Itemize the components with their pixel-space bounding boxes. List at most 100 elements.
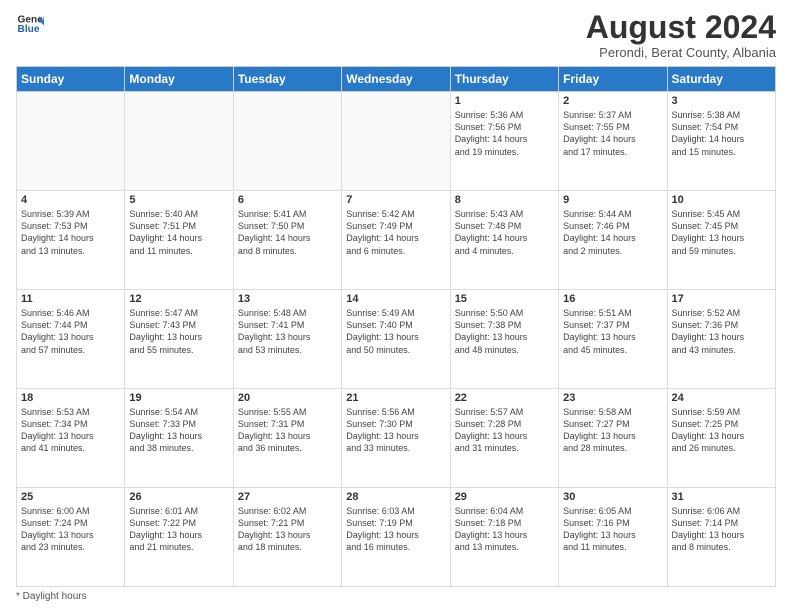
day-info: Sunrise: 6:06 AMSunset: 7:14 PMDaylight:… — [672, 505, 771, 554]
header-sunday: Sunday — [17, 67, 125, 92]
day-info: Sunrise: 5:38 AMSunset: 7:54 PMDaylight:… — [672, 109, 771, 158]
day-info: Sunrise: 5:51 AMSunset: 7:37 PMDaylight:… — [563, 307, 662, 356]
day-number: 11 — [21, 293, 120, 305]
day-number: 13 — [238, 293, 337, 305]
calendar-cell — [17, 92, 125, 191]
day-number: 2 — [563, 95, 662, 107]
day-info: Sunrise: 5:55 AMSunset: 7:31 PMDaylight:… — [238, 406, 337, 455]
logo: General Blue — [16, 10, 44, 38]
calendar-cell: 14 Sunrise: 5:49 AMSunset: 7:40 PMDayligh… — [342, 290, 450, 389]
day-number: 22 — [455, 392, 554, 404]
calendar-cell: 20Sunrise: 5:55 AMSunset: 7:31 PMDayligh… — [233, 389, 341, 488]
header: General Blue August 2024 Perondi, Berat … — [16, 10, 776, 60]
day-number: 18 — [21, 392, 120, 404]
calendar-cell: 30Sunrise: 6:05 AMSunset: 7:16 PMDayligh… — [559, 488, 667, 587]
title-block: August 2024 Perondi, Berat County, Alban… — [586, 10, 776, 60]
day-info: Sunrise: 5:36 AMSunset: 7:56 PMDaylight:… — [455, 109, 554, 158]
day-number: 10 — [672, 194, 771, 206]
calendar-cell: 15 Sunrise: 5:50 AMSunset: 7:38 PMDayligh… — [450, 290, 558, 389]
day-number: 17 — [672, 293, 771, 305]
calendar-cell: 11Sunrise: 5:46 AMSunset: 7:44 PMDayligh… — [17, 290, 125, 389]
day-info: Sunrise: 5:57 AMSunset: 7:28 PMDaylight:… — [455, 406, 554, 455]
calendar-cell: 31 Sunrise: 6:06 AMSunset: 7:14 PMDayligh… — [667, 488, 775, 587]
day-info: Sunrise: 6:05 AMSunset: 7:16 PMDaylight:… — [563, 505, 662, 554]
calendar-cell: 29Sunrise: 6:04 AMSunset: 7:18 PMDayligh… — [450, 488, 558, 587]
day-number: 3 — [672, 95, 771, 107]
day-info: Sunrise: 6:04 AMSunset: 7:18 PMDaylight:… — [455, 505, 554, 554]
calendar-cell: 10 Sunrise: 5:45 AMSunset: 7:45 PMDayligh… — [667, 191, 775, 290]
calendar-cell: 13Sunrise: 5:48 AMSunset: 7:41 PMDayligh… — [233, 290, 341, 389]
footer-note: * Daylight hours — [16, 591, 776, 602]
day-number: 14 — [346, 293, 445, 305]
day-number: 15 — [455, 293, 554, 305]
day-number: 9 — [563, 194, 662, 206]
logo-icon: General Blue — [16, 10, 44, 38]
calendar-cell: 12Sunrise: 5:47 AMSunset: 7:43 PMDayligh… — [125, 290, 233, 389]
day-number: 25 — [21, 491, 120, 503]
day-number: 24 — [672, 392, 771, 404]
calendar-cell: 21Sunrise: 5:56 AMSunset: 7:30 PMDayligh… — [342, 389, 450, 488]
day-info: Sunrise: 5:37 AMSunset: 7:55 PMDaylight:… — [563, 109, 662, 158]
day-number: 26 — [129, 491, 228, 503]
day-number: 27 — [238, 491, 337, 503]
calendar-table: Sunday Monday Tuesday Wednesday Thursday… — [16, 66, 776, 587]
header-friday: Friday — [559, 67, 667, 92]
calendar-cell: 5 Sunrise: 5:40 AMSunset: 7:51 PMDaylight… — [125, 191, 233, 290]
calendar-cell: 24 Sunrise: 5:59 AMSunset: 7:25 PMDayligh… — [667, 389, 775, 488]
day-info: Sunrise: 5:42 AMSunset: 7:49 PMDaylight:… — [346, 208, 445, 257]
calendar-cell: 4 Sunrise: 5:39 AMSunset: 7:53 PMDaylight… — [17, 191, 125, 290]
day-number: 6 — [238, 194, 337, 206]
day-number: 28 — [346, 491, 445, 503]
calendar-cell: 22 Sunrise: 5:57 AMSunset: 7:28 PMDayligh… — [450, 389, 558, 488]
day-info: Sunrise: 6:00 AMSunset: 7:24 PMDaylight:… — [21, 505, 120, 554]
day-info: Sunrise: 5:59 AMSunset: 7:25 PMDaylight:… — [672, 406, 771, 455]
calendar-cell: 6Sunrise: 5:41 AMSunset: 7:50 PMDaylight… — [233, 191, 341, 290]
day-number: 4 — [21, 194, 120, 206]
day-info: Sunrise: 5:58 AMSunset: 7:27 PMDaylight:… — [563, 406, 662, 455]
calendar-cell: 18Sunrise: 5:53 AMSunset: 7:34 PMDayligh… — [17, 389, 125, 488]
calendar-cell: 17Sunrise: 5:52 AMSunset: 7:36 PMDayligh… — [667, 290, 775, 389]
calendar-cell: 16 Sunrise: 5:51 AMSunset: 7:37 PMDayligh… — [559, 290, 667, 389]
calendar-week-row: 11Sunrise: 5:46 AMSunset: 7:44 PMDayligh… — [17, 290, 776, 389]
day-info: Sunrise: 5:50 AMSunset: 7:38 PMDaylight:… — [455, 307, 554, 356]
header-thursday: Thursday — [450, 67, 558, 92]
page: General Blue August 2024 Perondi, Berat … — [0, 0, 792, 612]
calendar-cell: 7 Sunrise: 5:42 AMSunset: 7:49 PMDaylight… — [342, 191, 450, 290]
calendar-cell — [125, 92, 233, 191]
day-number: 16 — [563, 293, 662, 305]
calendar-cell: 28 Sunrise: 6:03 AMSunset: 7:19 PMDayligh… — [342, 488, 450, 587]
day-info: Sunrise: 5:39 AMSunset: 7:53 PMDaylight:… — [21, 208, 120, 257]
calendar-cell: 3 Sunrise: 5:38 AMSunset: 7:54 PMDaylight… — [667, 92, 775, 191]
day-number: 8 — [455, 194, 554, 206]
day-info: Sunrise: 6:02 AMSunset: 7:21 PMDaylight:… — [238, 505, 337, 554]
day-number: 1 — [455, 95, 554, 107]
day-number: 23 — [563, 392, 662, 404]
day-info: Sunrise: 5:54 AMSunset: 7:33 PMDaylight:… — [129, 406, 228, 455]
calendar-cell: 1 Sunrise: 5:36 AMSunset: 7:56 PMDaylight… — [450, 92, 558, 191]
svg-text:Blue: Blue — [18, 24, 40, 35]
day-info: Sunrise: 6:03 AMSunset: 7:19 PMDaylight:… — [346, 505, 445, 554]
header-saturday: Saturday — [667, 67, 775, 92]
calendar-week-row: 18Sunrise: 5:53 AMSunset: 7:34 PMDayligh… — [17, 389, 776, 488]
daylight-label: Daylight hours — [23, 591, 87, 602]
day-number: 7 — [346, 194, 445, 206]
calendar-week-row: 1 Sunrise: 5:36 AMSunset: 7:56 PMDaylight… — [17, 92, 776, 191]
subtitle: Perondi, Berat County, Albania — [586, 45, 776, 60]
header-wednesday: Wednesday — [342, 67, 450, 92]
day-info: Sunrise: 5:45 AMSunset: 7:45 PMDaylight:… — [672, 208, 771, 257]
calendar-cell — [342, 92, 450, 191]
day-info: Sunrise: 5:43 AMSunset: 7:48 PMDaylight:… — [455, 208, 554, 257]
calendar-cell: 26 Sunrise: 6:01 AMSunset: 7:22 PMDayligh… — [125, 488, 233, 587]
day-info: Sunrise: 5:40 AMSunset: 7:51 PMDaylight:… — [129, 208, 228, 257]
day-number: 12 — [129, 293, 228, 305]
day-number: 31 — [672, 491, 771, 503]
day-number: 19 — [129, 392, 228, 404]
day-info: Sunrise: 5:49 AMSunset: 7:40 PMDaylight:… — [346, 307, 445, 356]
calendar-body: 1 Sunrise: 5:36 AMSunset: 7:56 PMDaylight… — [17, 92, 776, 587]
calendar-cell: 25 Sunrise: 6:00 AMSunset: 7:24 PMDayligh… — [17, 488, 125, 587]
day-info: Sunrise: 5:44 AMSunset: 7:46 PMDaylight:… — [563, 208, 662, 257]
month-title: August 2024 — [586, 10, 776, 45]
day-number: 5 — [129, 194, 228, 206]
calendar-cell — [233, 92, 341, 191]
day-info: Sunrise: 6:01 AMSunset: 7:22 PMDaylight:… — [129, 505, 228, 554]
